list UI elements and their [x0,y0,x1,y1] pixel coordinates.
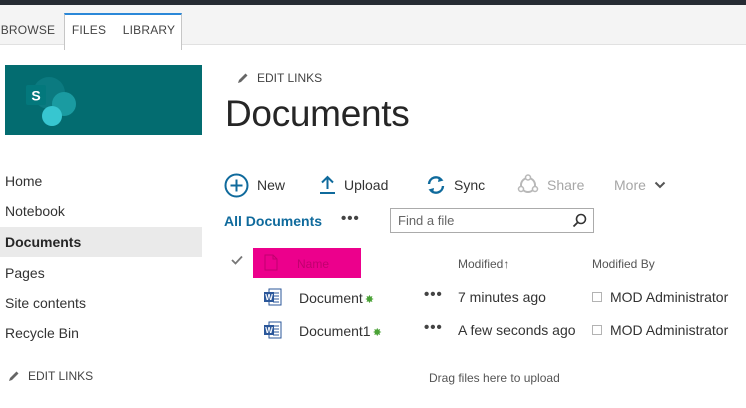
edit-links-nav[interactable]: EDIT LINKS [7,369,93,383]
presence-indicator [592,292,602,302]
column-header-modified[interactable]: Modified↑ [458,257,509,271]
tab-files[interactable]: FILES [66,14,112,50]
page-title: Documents [225,93,410,134]
row-ellipsis-menu[interactable]: ••• [424,286,443,303]
modified-time: A few seconds ago [458,322,576,338]
tab-library[interactable]: LIBRARY [118,14,180,50]
upload-button-label: Upload [344,177,389,193]
nav-item-documents[interactable]: Documents [0,227,202,257]
sharepoint-logo-icon: S [26,77,76,126]
share-button-label: Share [547,177,585,193]
modified-by-user[interactable]: MOD Administrator [610,289,728,305]
row-ellipsis-menu[interactable]: ••• [424,319,443,336]
upload-arrow-icon [320,175,335,194]
tab-browse[interactable]: BROWSE [0,14,56,50]
modified-by-user[interactable]: MOD Administrator [610,322,728,338]
view-options-ellipsis[interactable]: ••• [341,210,360,227]
nav-item-recycle-bin[interactable]: Recycle Bin [0,318,202,348]
new-item-icon: ✸ [372,327,382,339]
site-logo[interactable]: S [5,65,202,135]
edit-links-label: EDIT LINKS [257,71,323,85]
word-doc-icon: W [264,288,282,306]
nav-item-site-contents[interactable]: Site contents [0,288,202,318]
edit-links-header[interactable]: EDIT LINKS [236,71,322,85]
sync-button-label: Sync [454,177,486,193]
file-name: Document1 [299,323,371,339]
more-button[interactable]: More [614,172,666,198]
word-doc-icon: W [264,321,282,339]
ribbon: BROWSE FILES LIBRARY [0,5,746,50]
file-name: Document [299,290,363,306]
file-name-link[interactable]: Document1 ✸ [299,323,382,339]
upload-button[interactable]: Upload [319,172,388,198]
list-row[interactable]: W Document1 ✸ ••• A few seconds ago MOD A… [226,315,746,347]
nav-item-home[interactable]: Home [0,166,202,196]
search-input[interactable] [391,209,569,232]
column-header-name-label: Name [297,257,330,271]
modified-time: 7 minutes ago [458,289,546,305]
pencil-icon [9,371,19,381]
new-item-icon: ✸ [364,294,375,306]
search-box[interactable] [390,208,594,233]
file-name-link[interactable]: Document ✸ [299,290,374,306]
column-header-modified-by[interactable]: Modified By [592,257,655,271]
nav-item-notebook[interactable]: Notebook [0,196,202,226]
share-icon [517,174,539,193]
svg-text:W: W [265,293,273,302]
presence-indicator [592,325,602,335]
select-all-checkmark-icon[interactable] [231,255,243,265]
svg-text:W: W [265,326,273,335]
sync-icon [427,176,445,194]
share-button[interactable]: Share [517,172,584,198]
drag-drop-hint: Drag files here to upload [429,371,560,385]
sync-button[interactable]: Sync [426,172,485,198]
pencil-icon [238,73,248,83]
file-type-icon [264,254,278,271]
search-icon[interactable] [572,213,587,228]
more-button-label: More [614,177,646,193]
new-button[interactable]: New [224,172,285,198]
plus-circle-icon [224,173,249,197]
nav-item-pages[interactable]: Pages [0,258,202,288]
new-button-label: New [257,177,286,193]
svg-text:S: S [31,88,40,104]
column-header-modified-label: Modified [458,257,504,271]
list-row[interactable]: W Document ✸ ••• 7 minutes ago MOD Admini… [226,282,746,314]
sort-ascending-arrow-icon: ↑ [503,257,510,271]
edit-links-label: EDIT LINKS [28,369,94,383]
view-all-documents[interactable]: All Documents [224,213,322,229]
column-header-name[interactable]: Name [253,248,361,278]
chevron-down-icon [654,181,666,189]
